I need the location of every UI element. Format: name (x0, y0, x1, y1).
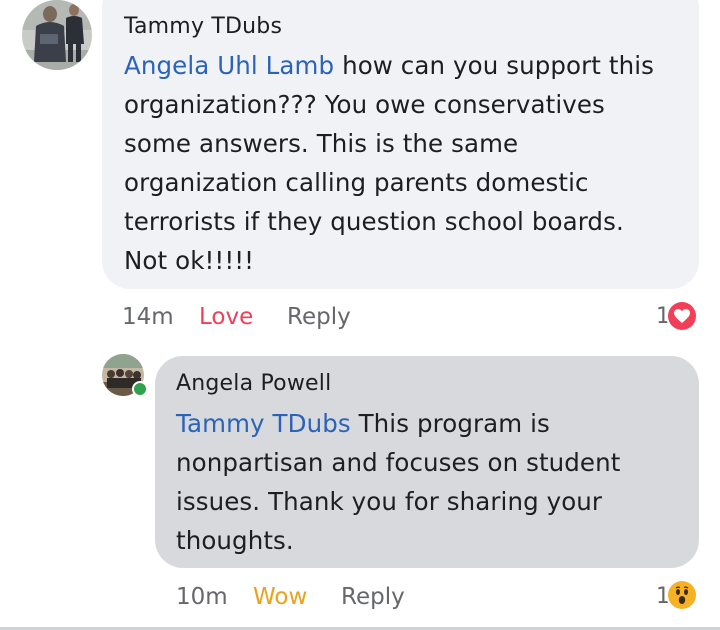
comment-text: Angela Uhl Lamb how can you support this… (124, 46, 694, 280)
mention-link[interactable]: Tammy TDubs (176, 409, 351, 438)
comment-line: Tammy TDubs This program is (176, 404, 691, 443)
comment-line: terrorists if they question school board… (124, 207, 624, 236)
love-reaction-button[interactable]: Love (199, 302, 253, 332)
wow-reaction-button[interactable]: Wow (253, 582, 307, 612)
comment-author[interactable]: Tammy TDubs (124, 12, 282, 42)
comment-line-text: This program is (358, 409, 550, 438)
timestamp[interactable]: 14m (122, 302, 174, 332)
mention-link[interactable]: Angela Uhl Lamb (124, 51, 334, 80)
comment-line: organization??? You owe conservatives (124, 90, 605, 119)
comment-line: organization calling parents domestic (124, 168, 589, 197)
timestamp[interactable]: 10m (176, 582, 228, 612)
comment-line: Not ok!!!!! (124, 246, 255, 275)
comment-actions: 10m Wow Reply (0, 582, 720, 614)
comment-line: thoughts. (176, 526, 294, 555)
comment-actions: 14m Love Reply (0, 302, 720, 334)
comment-line: some answers. This is the same (124, 129, 519, 158)
reply-button[interactable]: Reply (341, 582, 405, 612)
comment-thread: Tammy TDubs Angela Uhl Lamb how can you … (0, 0, 720, 630)
comment-bubble[interactable]: Tammy TDubs Angela Uhl Lamb how can you … (102, 0, 699, 289)
comment-text: Tammy TDubs This program is nonpartisan … (176, 404, 691, 560)
comment-line: nonpartisan and focuses on student (176, 448, 621, 477)
comment-line: issues. Thank you for sharing your (176, 487, 603, 516)
avatar[interactable] (22, 0, 92, 70)
comment-author[interactable]: Angela Powell (176, 369, 331, 399)
wow-face-icon[interactable] (668, 581, 696, 609)
comment-bubble[interactable]: Angela Powell Tammy TDubs This program i… (155, 356, 699, 568)
comment-line: Angela Uhl Lamb how can you support this (124, 46, 694, 85)
reply-button[interactable]: Reply (287, 302, 351, 332)
comment-line-text: how can you support this (342, 51, 654, 80)
love-heart-icon[interactable] (668, 302, 696, 330)
online-status-dot (132, 381, 148, 397)
